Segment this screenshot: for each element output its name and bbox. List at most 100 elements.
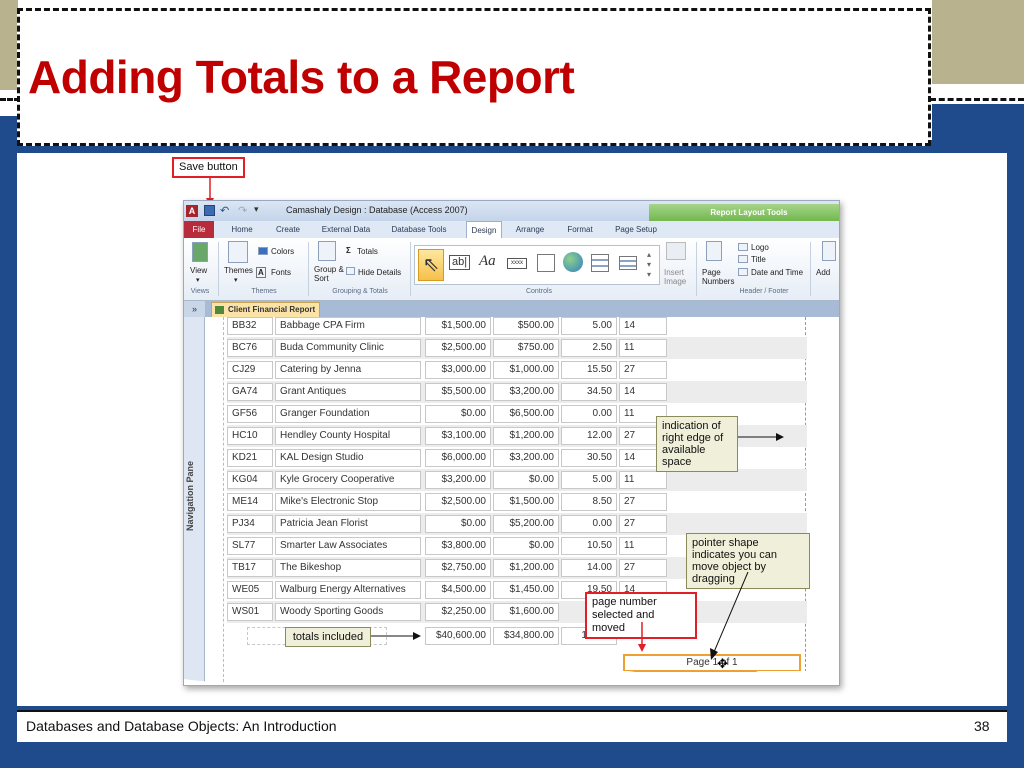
access-app-icon[interactable]: A (186, 205, 198, 217)
themes-icon[interactable] (228, 241, 248, 263)
hide-details-button[interactable]: Hide Details (358, 268, 401, 277)
amount-paid-cell[interactable]: $1,500.00 (425, 317, 491, 335)
current-due-cell[interactable]: $1,500.00 (493, 493, 559, 511)
hours-ytd-cell[interactable]: 2.50 (561, 339, 617, 357)
trainer-number-cell[interactable]: 14 (619, 383, 667, 401)
date-time-icon[interactable] (738, 268, 748, 276)
amount-paid-cell[interactable]: $0.00 (425, 515, 491, 533)
trainer-number-cell[interactable]: 27 (619, 515, 667, 533)
themes-dropdown-icon[interactable]: ▾ (234, 276, 238, 285)
tab-external-data[interactable]: External Data (316, 221, 376, 238)
client-name-cell[interactable]: Granger Foundation (275, 405, 421, 423)
current-due-cell[interactable]: $3,200.00 (493, 449, 559, 467)
colors-icon[interactable] (258, 247, 268, 255)
group-sort-button[interactable]: Group & Sort (314, 265, 344, 283)
amount-paid-cell[interactable]: $2,500.00 (425, 493, 491, 511)
client-name-cell[interactable]: Buda Community Clinic (275, 339, 421, 357)
current-due-cell[interactable]: $6,500.00 (493, 405, 559, 423)
hours-ytd-cell[interactable]: 12.00 (561, 427, 617, 445)
client-number-cell[interactable]: CJ29 (227, 361, 273, 379)
colors-button[interactable]: Colors (271, 247, 294, 256)
hours-ytd-cell[interactable]: 0.00 (561, 405, 617, 423)
client-number-cell[interactable]: BC76 (227, 339, 273, 357)
client-number-cell[interactable]: KG04 (227, 471, 273, 489)
amount-paid-cell[interactable]: $5,500.00 (425, 383, 491, 401)
client-number-cell[interactable]: SL77 (227, 537, 273, 555)
amount-paid-cell[interactable]: $0.00 (425, 405, 491, 423)
tab-home[interactable]: Home (224, 221, 260, 238)
hours-ytd-cell[interactable]: 15.50 (561, 361, 617, 379)
trainer-number-cell[interactable]: 27 (619, 559, 667, 577)
navigation-control-icon[interactable] (591, 254, 609, 272)
client-name-cell[interactable]: Walburg Energy Alternatives (275, 581, 421, 599)
hours-ytd-cell[interactable]: 5.00 (561, 317, 617, 335)
current-due-cell[interactable]: $1,200.00 (493, 559, 559, 577)
tab-create[interactable]: Create (268, 221, 308, 238)
themes-button[interactable]: Themes (224, 266, 253, 275)
logo-icon[interactable] (738, 243, 748, 251)
amount-paid-cell[interactable]: $3,800.00 (425, 537, 491, 555)
textbox-control-icon[interactable]: ab| (449, 255, 471, 270)
client-name-cell[interactable]: Catering by Jenna (275, 361, 421, 379)
trainer-number-cell[interactable]: 11 (619, 537, 667, 555)
trainer-number-cell[interactable]: 11 (619, 471, 667, 489)
tab-arrange[interactable]: Arrange (510, 221, 550, 238)
hours-ytd-cell[interactable]: 5.00 (561, 471, 617, 489)
select-pointer-icon[interactable]: ⇖ (418, 249, 444, 281)
hide-details-icon[interactable] (346, 267, 355, 275)
client-number-cell[interactable]: HC10 (227, 427, 273, 445)
amount-paid-cell[interactable]: $2,500.00 (425, 339, 491, 357)
date-time-button[interactable]: Date and Time (751, 268, 803, 277)
button-control-icon[interactable]: xxxx (507, 258, 527, 269)
tab-control-icon[interactable] (537, 254, 555, 272)
client-number-cell[interactable]: ME14 (227, 493, 273, 511)
trainer-number-cell[interactable]: 27 (619, 361, 667, 379)
undo-icon[interactable]: ↶ (220, 204, 229, 217)
client-number-cell[interactable]: WS01 (227, 603, 273, 621)
client-name-cell[interactable]: Mike's Electronic Stop (275, 493, 421, 511)
current-due-cell[interactable]: $500.00 (493, 317, 559, 335)
current-due-cell[interactable]: $3,200.00 (493, 383, 559, 401)
redo-icon[interactable]: ↷ (238, 204, 247, 217)
client-number-cell[interactable]: GF56 (227, 405, 273, 423)
fonts-button[interactable]: Fonts (271, 268, 291, 277)
client-name-cell[interactable]: Grant Antiques (275, 383, 421, 401)
group-sort-icon[interactable] (318, 241, 336, 261)
tab-database-tools[interactable]: Database Tools (387, 221, 451, 238)
view-icon[interactable] (192, 242, 208, 262)
navigation-pane[interactable]: » Navigation Pane (184, 301, 205, 685)
amount-paid-cell[interactable]: $3,000.00 (425, 361, 491, 379)
insert-image-icon[interactable] (666, 242, 686, 260)
client-name-cell[interactable]: Patricia Jean Florist (275, 515, 421, 533)
client-name-cell[interactable]: The Bikeshop (275, 559, 421, 577)
save-icon[interactable] (204, 205, 215, 216)
trainer-number-cell[interactable]: 11 (619, 339, 667, 357)
qat-customize-icon[interactable]: ▾ (254, 204, 259, 215)
amount-paid-cell[interactable]: $2,250.00 (425, 603, 491, 621)
client-name-cell[interactable]: Babbage CPA Firm (275, 317, 421, 335)
current-due-cell[interactable]: $5,200.00 (493, 515, 559, 533)
nav-pane-toggle[interactable]: » (184, 301, 205, 317)
client-name-cell[interactable]: Smarter Law Associates (275, 537, 421, 555)
amount-paid-cell[interactable]: $3,100.00 (425, 427, 491, 445)
total-amount-paid[interactable]: $40,600.00 (425, 627, 491, 645)
logo-button[interactable]: Logo (751, 243, 769, 252)
client-name-cell[interactable]: Hendley County Hospital (275, 427, 421, 445)
client-number-cell[interactable]: BB32 (227, 317, 273, 335)
sigma-icon[interactable]: Σ (346, 246, 351, 255)
hours-ytd-cell[interactable]: 0.00 (561, 515, 617, 533)
controls-more-icon[interactable]: ▴ ▾ ▾ (647, 250, 651, 280)
hours-ytd-cell[interactable]: 10.50 (561, 537, 617, 555)
totals-button[interactable]: Totals (357, 247, 378, 256)
amount-paid-cell[interactable]: $2,750.00 (425, 559, 491, 577)
title-button[interactable]: Title (751, 255, 766, 264)
hours-ytd-cell[interactable]: 34.50 (561, 383, 617, 401)
client-name-cell[interactable]: KAL Design Studio (275, 449, 421, 467)
client-number-cell[interactable]: PJ34 (227, 515, 273, 533)
client-name-cell[interactable]: Kyle Grocery Cooperative (275, 471, 421, 489)
current-due-cell[interactable]: $0.00 (493, 537, 559, 555)
client-number-cell[interactable]: KD21 (227, 449, 273, 467)
hours-ytd-cell[interactable]: 30.50 (561, 449, 617, 467)
client-number-cell[interactable]: GA74 (227, 383, 273, 401)
current-due-cell[interactable]: $1,450.00 (493, 581, 559, 599)
